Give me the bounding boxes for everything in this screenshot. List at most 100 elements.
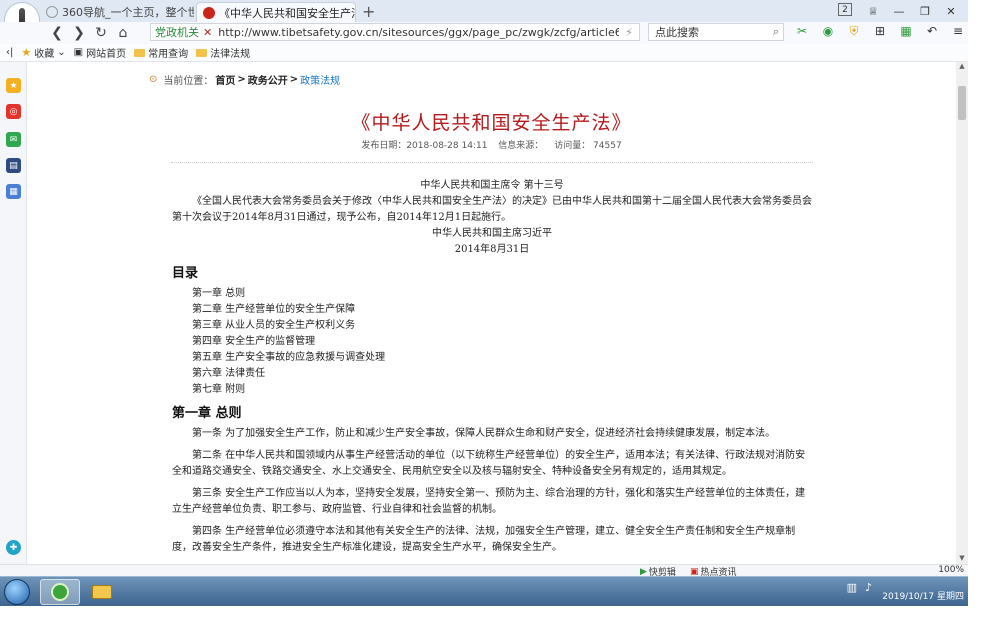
plugin-icon[interactable]: ◉ (818, 24, 838, 39)
scroll-down-icon[interactable]: ▼ (956, 554, 968, 564)
bookmark-site-home[interactable]: ▣ 网站首页 (74, 45, 126, 60)
taskbar-date[interactable]: 2019/10/17 星期四 (882, 592, 964, 603)
minimize-button[interactable]: — (888, 3, 910, 19)
window-counter[interactable]: 2 (838, 3, 852, 16)
scrollbar-thumb[interactable] (958, 86, 966, 120)
tab-label: 360导航_一个主页，整个世界 (62, 6, 194, 19)
breadcrumb-separator: > (237, 74, 246, 85)
bookmarks-bar: ‹| ★ 收藏 ⌄ ▣ 网站首页 常用查询 法律法规 (0, 44, 968, 62)
volume-icon[interactable]: ♪ (865, 581, 872, 594)
breadcrumb-prefix: 当前位置： (163, 76, 214, 87)
view-count: 访问量： 74557 (554, 141, 622, 151)
back-icon[interactable]: ❮ (46, 25, 68, 41)
toc-item: 第三章 从业人员的安全生产权利义务 (192, 320, 356, 331)
bookmark-label: 网站首页 (86, 49, 127, 60)
weibo-icon[interactable]: ◎ (6, 104, 21, 119)
taskbar-browser[interactable] (40, 579, 80, 605)
navigation-bar: ❮ ❯ ↻ ⌂ 党政机关 ✕ http://www.tibetsafety.go… (0, 22, 968, 44)
security-icon[interactable]: ✕ (203, 26, 212, 39)
zoom-level[interactable]: 100% (938, 565, 964, 575)
favorites-star-icon[interactable]: ★ (6, 78, 21, 93)
news-icon[interactable]: ▤ (6, 158, 21, 173)
shield-icon[interactable]: ⛨ (844, 24, 864, 39)
add-icon[interactable]: ✚ (6, 540, 21, 555)
location-pin-icon: ⊙ (149, 74, 158, 85)
emblem-favicon-icon (203, 6, 215, 19)
article-meta: 发布日期：2018-08-28 14:11 信息来源： 访问量： 74557 (27, 138, 956, 151)
url-text[interactable]: http://www.tibetsafety.gov.cn/sitesource… (218, 26, 619, 39)
folder-icon (92, 585, 112, 599)
restore-button[interactable]: ❐ (914, 3, 936, 19)
star-icon: ★ (21, 46, 32, 59)
article-body: 中华人民共和国主席令 第十三号 《全国人民代表大会常务委员会关于修改〈中华人民共… (172, 178, 812, 556)
play-icon: ▶ (640, 566, 647, 577)
search-icon[interactable]: ⌕ (773, 25, 779, 39)
toc-item: 第七章 附则 (192, 384, 246, 395)
toc-item: 第四章 安全生产的监督管理 (192, 336, 316, 347)
search-placeholder: 点此搜索 (655, 26, 699, 39)
vertical-scrollbar[interactable]: ▲ ▼ (956, 62, 968, 564)
toc-heading: 目录 (172, 266, 199, 281)
mail-icon[interactable]: ✉ (6, 132, 21, 147)
publish-date: 发布日期：2018-08-28 14:11 (361, 141, 488, 151)
folder-icon (196, 48, 208, 57)
network-icon[interactable]: ▥ (847, 581, 857, 594)
start-button[interactable] (4, 579, 30, 605)
breadcrumb-separator: > (289, 74, 299, 85)
decision-paragraph: 《全国人民代表大会常务委员会关于修改〈中华人民共和国安全生产法〉的决定》已由中华… (172, 196, 812, 223)
table-of-contents: 第一章 总则 第二章 生产经营单位的安全生产保障 第三章 从业人员的安全生产权利… (172, 286, 812, 398)
undo-icon[interactable]: ↶ (922, 24, 942, 39)
article-paragraph: 第二条 在中华人民共和国领域内从事生产经营活动的单位（以下统称生产经营单位）的安… (172, 450, 806, 477)
bookmark-page-icon: ▣ (73, 47, 84, 58)
chapter-heading: 第一章 总则 (172, 406, 242, 421)
bookmark-laws[interactable]: 法律法规 (196, 45, 250, 60)
tab-360-nav[interactable]: 360导航_一个主页，整个世界 (46, 2, 194, 22)
lightning-icon[interactable]: ⚡ (625, 26, 633, 39)
article-paragraph: 第四条 生产经营单位必须遵守本法和其他有关安全生产的法律、法规，加强安全生产管理… (172, 526, 796, 553)
game-icon[interactable]: ⊞ (870, 24, 890, 39)
browser-icon (51, 583, 69, 601)
toc-item: 第六章 法律责任 (192, 368, 266, 379)
scroll-up-icon[interactable]: ▲ (956, 62, 968, 72)
menu-icon[interactable]: ≡ (948, 24, 968, 39)
taskbar-explorer[interactable] (82, 579, 122, 605)
windows-taskbar: ▥ ♪ 2019/10/17 星期四 (0, 576, 968, 606)
address-bar[interactable]: 党政机关 ✕ http://www.tibetsafety.gov.cn/sit… (150, 23, 640, 41)
chevron-down-icon: ⌄ (57, 47, 66, 58)
bookmark-label: 收藏 (34, 49, 55, 60)
presidential-order-title: 中华人民共和国主席令 第十三号 (420, 180, 564, 191)
new-tab-button[interactable]: + (362, 2, 375, 21)
apps-icon[interactable]: ▦ (896, 24, 916, 39)
reload-icon[interactable]: ↻ (90, 25, 112, 41)
sidebar-toggle-icon[interactable]: ‹| (6, 47, 13, 58)
status-bar: ▶ 快剪辑 ▣ 热点资讯 100% (0, 564, 968, 578)
gov-badge: 党政机关 (155, 26, 199, 39)
folder-icon (134, 48, 146, 57)
bookmark-label: 法律法规 (210, 49, 251, 60)
article-paragraph: 第三条 安全生产工作应当以人为本，坚持安全发展，坚持安全第一、预防为主、综合治理… (172, 488, 806, 515)
breadcrumb-current-link[interactable]: 政策法规 (300, 72, 340, 87)
scissors-icon[interactable]: ✂ (792, 24, 812, 39)
breadcrumb-home-link[interactable]: 首页 (215, 72, 235, 87)
toc-item: 第五章 生产安全事故的应急救援与调查处理 (192, 352, 386, 363)
bookmark-label: 常用查询 (148, 49, 189, 60)
toc-item: 第一章 总则 (192, 288, 246, 299)
breadcrumb-section-link[interactable]: 政务公开 (248, 72, 288, 87)
tab-label: 《中华人民共和国安全生产法》 (219, 6, 355, 20)
shirt-skin-icon[interactable]: ♕ (862, 3, 884, 19)
search-box[interactable]: 点此搜索 ⌕ (648, 23, 784, 41)
notes-icon[interactable]: ▦ (6, 184, 21, 199)
signer-line: 中华人民共和国主席习近平 (432, 228, 552, 239)
bookmark-favorites[interactable]: ★ 收藏 ⌄ (21, 45, 65, 60)
tab-safety-law[interactable]: 《中华人民共和国安全生产法》 ✕ (196, 2, 356, 22)
bookmark-common-queries[interactable]: 常用查询 (134, 45, 188, 60)
home-icon[interactable]: ⌂ (112, 25, 134, 41)
info-source: 信息来源： (498, 141, 544, 151)
toc-item: 第二章 生产经营单位的安全生产保障 (192, 304, 356, 315)
news-icon: ▣ (690, 566, 699, 577)
close-window-button[interactable]: ✕ (940, 3, 962, 19)
forward-icon[interactable]: ❯ (68, 25, 90, 41)
article-paragraph: 第一条 为了加强安全生产工作，防止和减少生产安全事故，保障人民群众生命和财产安全… (192, 428, 776, 439)
browser-sidebar: ★ ◎ ✉ ▤ ▦ ✚ (0, 62, 27, 574)
sign-date-line: 2014年8月31日 (454, 244, 530, 255)
